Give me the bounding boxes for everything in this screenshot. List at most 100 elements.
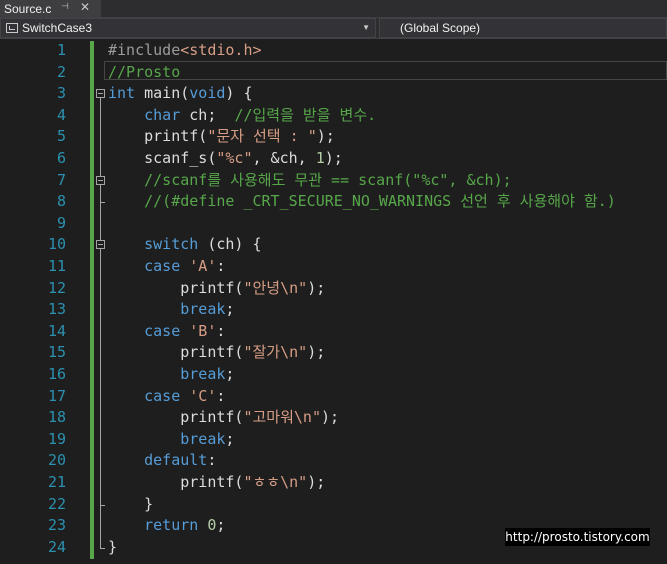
code-token: : [216,321,226,340]
code-text: break; [108,364,234,386]
code-token: //(#define _CRT_SECURE_NO_WARNINGS 선언 후 … [144,192,616,211]
code-token: 1 [315,149,325,167]
code-text: #include<stdio.h> [108,40,262,62]
line-number: 20 [47,451,66,470]
code-token: ; [225,365,235,383]
code-token: ); [307,473,326,491]
close-icon[interactable]: ✕ [80,0,90,14]
code-token: ); [316,127,335,146]
outline-end [100,504,105,506]
code-token: ); [307,278,326,297]
code-text: break; [108,299,234,321]
code-token: } [108,537,118,556]
code-text: break; [108,429,234,451]
code-text: //Prosto [108,62,180,84]
code-token: ) { [225,84,253,103]
code-text: //(#define _CRT_SECURE_NO_WARNINGS 선언 후 … [108,191,616,213]
code-text: //scanf를 사용해도 무관 == scanf("%c", &ch); [108,170,512,192]
line-number: 10 [47,235,66,254]
code-text: printf("고마워\n"); [108,407,339,429]
code-text: switch (ch) { [108,234,261,256]
outline-guide [100,249,101,505]
tab-source-c[interactable]: Source.c ⊣ ✕ [0,0,101,17]
line-number: 5 [56,127,66,146]
project-dropdown[interactable]: SwitchCase3 ▼ [0,18,376,38]
code-token: 'A' [189,257,217,275]
line-number: 1 [56,41,66,59]
line-number: 12 [47,278,66,297]
code-token: char [144,105,181,124]
code-text: case 'B': [108,321,225,343]
code-token: "잘가\n" [243,343,308,362]
line-number: 18 [47,408,66,427]
code-token: case [144,386,181,405]
code-text: int main(void) { [108,83,253,105]
collapse-icon[interactable] [96,175,105,185]
code-text: } [108,537,117,559]
line-number: 19 [47,429,66,448]
line-number: 22 [47,494,66,513]
code-line[interactable]: 2 //Prosto [0,62,667,84]
code-token: #include [108,41,181,59]
code-token: 'B' [189,321,217,340]
tab-label: Source.c [4,1,52,16]
outline-end [100,202,105,204]
code-token: printf( [108,278,244,297]
code-token: : [207,451,217,470]
line-number: 3 [56,84,66,103]
code-token: int [108,84,136,103]
collapse-icon[interactable] [96,89,105,99]
code-token: ); [321,408,340,427]
code-line[interactable]: 1 #include<stdio.h> [0,40,667,62]
outline-guide [100,184,101,203]
code-token: void [189,84,226,103]
code-token: break [180,300,226,319]
project-icon [6,23,18,33]
chevron-down-icon[interactable]: ▼ [362,23,370,32]
collapse-icon[interactable] [96,240,105,250]
code-token: ; [216,516,226,535]
line-number: 17 [47,386,66,405]
line-number: 15 [47,343,66,362]
code-token: //Prosto [108,62,181,81]
code-token: ; [225,429,235,448]
code-text: return 0; [108,515,225,537]
line-number: 11 [47,257,66,275]
code-token: "고마워\n" [243,408,321,427]
line-number: 16 [47,365,66,383]
pin-icon[interactable]: ⊣ [61,1,69,12]
code-token: <stdio.h> [180,41,262,59]
code-text: default: [108,450,216,472]
project-name: SwitchCase3 [22,21,93,35]
code-token: main( [135,84,190,103]
code-token: switch [144,235,199,254]
code-token: //scanf를 사용해도 무관 == scanf("%c", &ch); [144,170,512,189]
code-token: } [108,494,154,513]
code-token: case [144,257,181,275]
code-token: scanf_s( [108,149,217,167]
code-text: char ch; //입력을 받을 변수. [108,105,376,127]
code-token: ch; [180,105,235,124]
code-editor[interactable]: 1 #include<stdio.h> 2 //Prosto 3 int main(voi… [0,39,667,564]
code-token: printf( [108,473,244,491]
line-number: 23 [47,516,66,535]
scope-dropdown[interactable]: (Global Scope) [379,18,667,38]
code-token: //입력을 받을 변수. [234,105,377,124]
code-text: printf("ㅎㅎ\n"); [108,472,325,494]
line-number: 8 [56,192,66,211]
code-text: printf("안녕\n"); [108,278,325,300]
code-token: "%c" [216,149,253,167]
code-token: printf( [108,343,244,362]
code-text: case 'A': [108,256,225,278]
code-text: printf("잘가\n"); [108,342,325,364]
code-token: ); [307,343,326,362]
